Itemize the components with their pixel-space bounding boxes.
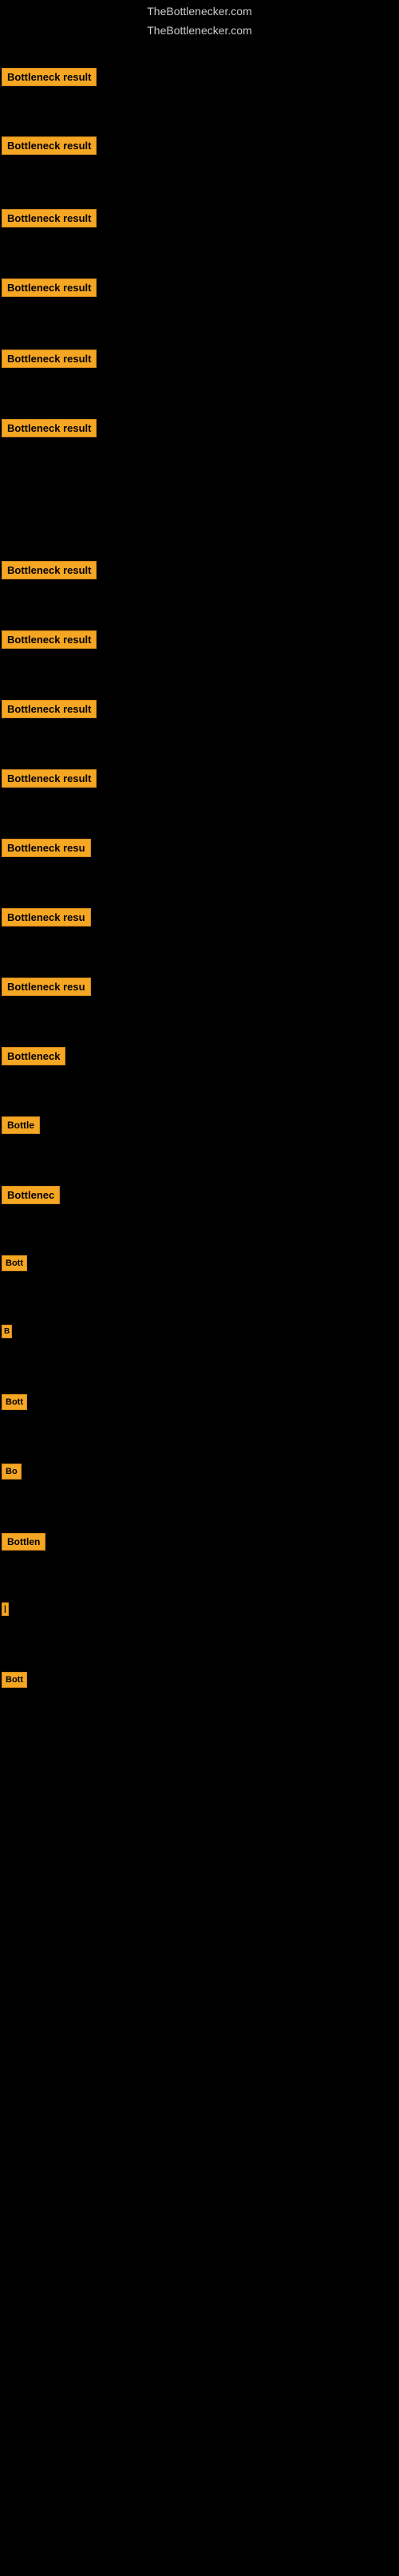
- bottleneck-badge-19[interactable]: Bott: [2, 1394, 27, 1410]
- bottleneck-badge-6[interactable]: Bottleneck result: [2, 419, 97, 437]
- bottleneck-badge-7[interactable]: Bottleneck result: [2, 561, 97, 579]
- bottleneck-badge-17[interactable]: Bott: [2, 1255, 27, 1271]
- bottleneck-badge-3[interactable]: Bottleneck result: [2, 209, 97, 227]
- bottleneck-badge-5[interactable]: Bottleneck result: [2, 350, 97, 368]
- bottleneck-badge-14[interactable]: Bottleneck: [2, 1047, 65, 1065]
- bottleneck-badge-1[interactable]: Bottleneck result: [2, 68, 97, 86]
- bottleneck-badge-10[interactable]: Bottleneck result: [2, 769, 97, 788]
- bottleneck-badge-12[interactable]: Bottleneck resu: [2, 908, 91, 926]
- site-header: TheBottlenecker.com: [0, 24, 399, 38]
- bottleneck-badge-15[interactable]: Bottle: [2, 1116, 40, 1134]
- bottleneck-badge-4[interactable]: Bottleneck result: [2, 279, 97, 297]
- bottleneck-badge-18[interactable]: B: [2, 1325, 12, 1338]
- site-title: TheBottlenecker.com: [0, 0, 399, 22]
- bottleneck-badge-21[interactable]: Bottlen: [2, 1533, 45, 1551]
- site-title-text: TheBottlenecker.com: [147, 24, 252, 37]
- bottleneck-badge-20[interactable]: Bo: [2, 1464, 22, 1480]
- bottleneck-badge-13[interactable]: Bottleneck resu: [2, 978, 91, 996]
- bottleneck-badge-22[interactable]: |: [2, 1602, 9, 1616]
- bottleneck-badge-8[interactable]: Bottleneck result: [2, 630, 97, 649]
- bottleneck-badge-23[interactable]: Bott: [2, 1672, 27, 1688]
- bottleneck-badge-16[interactable]: Bottlenec: [2, 1186, 60, 1204]
- bottleneck-badge-11[interactable]: Bottleneck resu: [2, 839, 91, 857]
- bottleneck-badge-2[interactable]: Bottleneck result: [2, 136, 97, 155]
- bottleneck-badge-9[interactable]: Bottleneck result: [2, 700, 97, 718]
